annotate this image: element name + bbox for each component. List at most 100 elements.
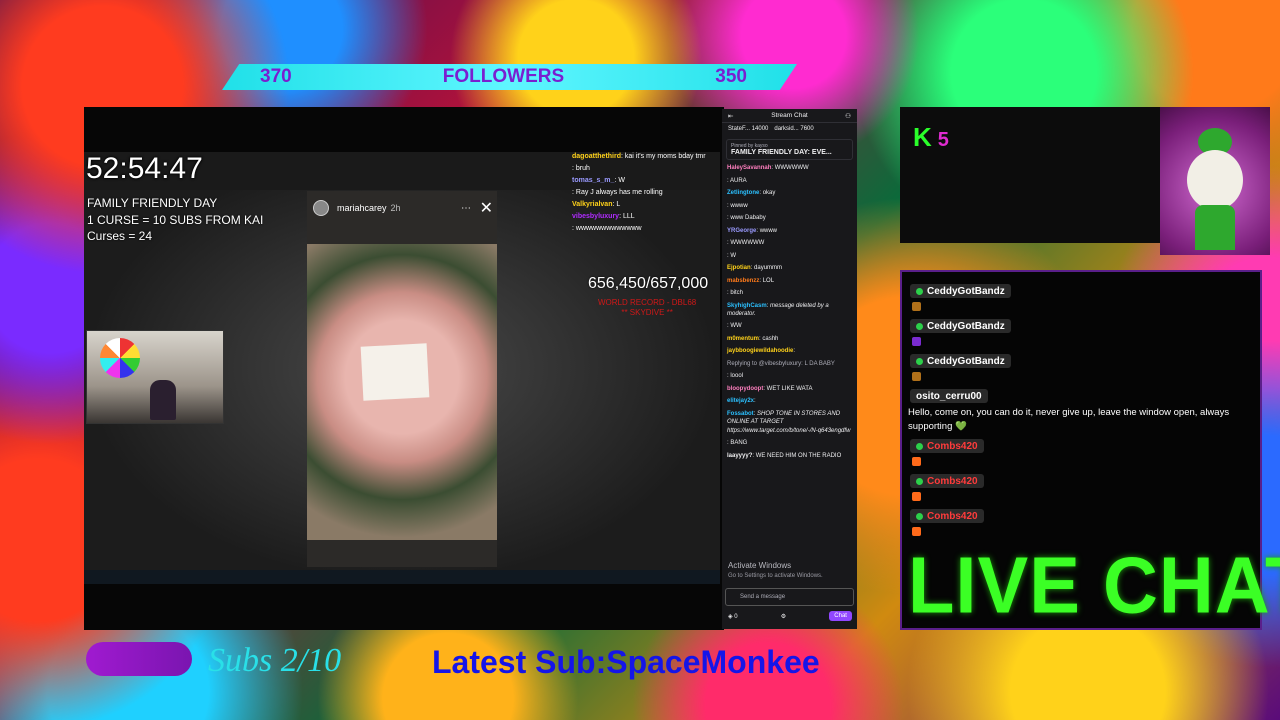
chat-text: WET LIKE WATA <box>766 385 813 392</box>
activate-windows-subtitle: Go to Settings to activate Windows. <box>728 573 823 579</box>
chat-message: m0mentum: cashh <box>727 335 779 342</box>
chat-message: SkyhighCasm: message deleted by a modera… <box>727 302 829 317</box>
close-icon[interactable]: ✕ <box>480 198 493 218</box>
followers-bar: 370 FOLLOWERS 350 <box>222 64 797 90</box>
chat-username[interactable]: bloopydoopt <box>727 386 763 392</box>
chat-message: : www Dababy <box>727 215 766 221</box>
chat-message: : wwww <box>727 202 748 209</box>
chat-messages: HaleySavannah: WWWWWW : AURA Zetlingtone… <box>722 162 857 466</box>
chat-username[interactable]: laayyyy? <box>727 453 752 459</box>
chat-username[interactable]: SkyhighCasm <box>727 303 767 309</box>
chat-text: W <box>730 252 737 259</box>
chat-name-tag: osito_cerru00 <box>910 389 988 403</box>
overlay-line: 1 CURSE = 10 SUBS FROM KAI <box>87 212 264 227</box>
status-dot <box>916 287 923 295</box>
chat-text: WWWWWW <box>774 165 809 171</box>
chat-text: wwwwwwwwwwwww <box>575 225 642 232</box>
story-username[interactable]: mariahcarey <box>337 203 387 213</box>
status-dot <box>916 322 923 330</box>
chat-text: L <box>616 201 621 208</box>
captured-chat-line: dagoatthethird: kai it's my moms bday tm… <box>572 153 706 160</box>
top-chatter[interactable]: StateF... 14000 <box>728 126 768 134</box>
chat-message: : bitch <box>727 290 744 296</box>
chat-input[interactable]: Send a message <box>725 588 854 606</box>
collapse-icon[interactable]: ⇤ <box>728 112 733 120</box>
k5-logo: K5 <box>913 122 949 153</box>
chat-username[interactable]: HaleySavannah <box>727 165 771 171</box>
chat-username[interactable]: YRGeorge <box>727 228 756 234</box>
channel-points[interactable]: ◈ 0 <box>728 613 738 620</box>
chat-name-tag: Combs420 <box>910 439 984 453</box>
chat-username: Combs420 <box>927 475 978 487</box>
status-dot <box>916 357 923 365</box>
chat-username: CeddyGotBandz <box>927 355 1005 367</box>
chat-user: Valkyrialvan <box>572 201 613 208</box>
chat-username: Combs420 <box>927 510 978 522</box>
chat-username[interactable]: jaybboogiewildahoodie <box>727 348 793 354</box>
chat-name-tag: CeddyGotBandz <box>910 354 1011 368</box>
chat-text: kai it's my moms bday tmr <box>624 153 706 160</box>
chat-username: Combs420 <box>927 440 978 452</box>
story-time: 2h <box>390 203 401 213</box>
chat-footer: ◈ 0 ⚙ Chat <box>728 611 852 621</box>
points-count: 0 <box>734 613 738 620</box>
status-dot <box>916 442 923 450</box>
captured-chat-line: Valkyrialvan: L <box>572 201 621 208</box>
more-icon[interactable]: ⋯ <box>461 203 471 214</box>
chat-text: WWWWWW <box>730 240 765 246</box>
badge-icon <box>912 372 921 381</box>
chat-send-button[interactable]: Chat <box>829 611 852 621</box>
overlay-line: Curses = 24 <box>87 229 153 243</box>
captured-chat-line: tomas_s_m_: W <box>572 177 625 184</box>
goal-label-line: ** SKYDIVE ** <box>621 308 673 317</box>
twitch-chat-panel: ⇤ Stream Chat ⚇ StateF... 14000 darksid.… <box>722 109 857 629</box>
chat-text: BANG <box>730 440 748 447</box>
overlay-line: FAMILY FRIENDLY DAY <box>87 196 218 210</box>
chat-text: wwww <box>730 202 748 209</box>
chat-username[interactable]: Fossabot <box>727 411 754 417</box>
chat-text: wwww <box>759 227 778 234</box>
chat-username[interactable]: elitejay2x <box>727 398 754 404</box>
stream-timer: 52:54:47 <box>86 152 203 185</box>
chat-header: ⇤ Stream Chat ⚇ <box>722 109 857 123</box>
chat-username[interactable]: m0mentum <box>727 336 759 342</box>
chat-message: laayyyy?: WE NEED HIM ON THE RADIO <box>727 452 842 459</box>
story-avatar[interactable] <box>313 200 329 216</box>
chat-message: mabsbenzz: LOL <box>727 277 775 284</box>
captured-chat-line: : bruh <box>572 165 590 172</box>
mascot-head <box>1187 150 1243 210</box>
chat-message: : W <box>727 252 737 259</box>
live-chat-title: LIVE CHAT <box>908 541 1280 631</box>
story-header: mariahcarey 2h ⋯ ✕ <box>307 191 497 225</box>
chat-message: jaybboogiewildahoodie: <box>727 348 796 355</box>
chat-name-tag: Combs420 <box>910 474 984 488</box>
chat-username[interactable]: mabsbenzz <box>727 278 759 284</box>
k-number: 5 <box>937 129 949 151</box>
chat-message: elitejay2x: <box>727 398 756 405</box>
status-dot <box>916 477 923 485</box>
top-chatter[interactable]: darksid... 7600 <box>774 126 813 134</box>
streamer-figure <box>150 380 176 420</box>
chat-text: AURA <box>730 177 747 184</box>
status-dot <box>916 512 923 520</box>
pinned-message[interactable]: Pinned by kayso FAMILY FRIENDLY DAY: EVE… <box>726 139 853 160</box>
chat-text: WE NEED HIM ON THE RADIO <box>755 452 842 459</box>
users-icon[interactable]: ⚇ <box>845 112 851 120</box>
chat-user: vibesbyluxury <box>572 213 620 220</box>
settings-icon[interactable]: ⚙ <box>781 613 786 620</box>
chat-message: : AURA <box>727 177 747 184</box>
chat-text: Ray J always has me rolling <box>575 189 663 196</box>
chat-text: W <box>618 177 625 184</box>
chat-username: CeddyGotBandz <box>927 320 1005 332</box>
chat-username: CeddyGotBandz <box>927 285 1005 297</box>
chat-text: www Dababy <box>730 215 766 221</box>
activate-windows-title: Activate Windows <box>728 561 792 570</box>
chat-message: HaleySavannah: WWWWWW <box>727 165 809 171</box>
chat-username[interactable]: Zetlingtone <box>727 190 759 196</box>
sub-goal-label: WORLD RECORD - DBL68 ** SKYDIVE ** <box>598 298 696 318</box>
chat-username[interactable]: Ejpotian <box>727 265 751 271</box>
chat-text: LOL <box>762 277 775 284</box>
chat-message: Zetlingtone: okay <box>727 190 776 196</box>
mascot-body <box>1195 205 1235 250</box>
chat-name-tag: CeddyGotBandz <box>910 319 1011 333</box>
